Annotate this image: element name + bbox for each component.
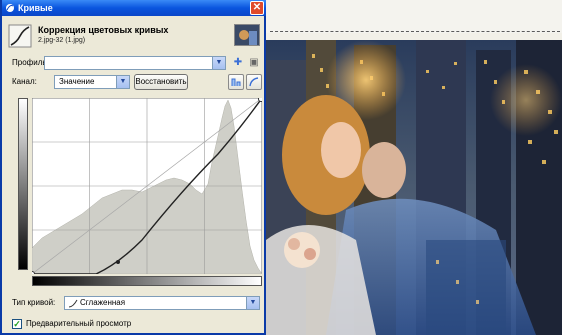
horizontal-gradient-bar [32,276,262,286]
add-icon[interactable]: ✚ [232,57,244,69]
dialog-heading: Коррекция цветовых кривых [38,25,169,35]
preview-row: ✓ Предварительный просмотр [12,318,262,330]
channel-value: Значение [59,77,95,86]
curves-tool-icon [8,24,32,48]
reset-button[interactable]: Восстановить [134,74,188,90]
curve-type-row: Тип кривой: Сглаженная ▼ [12,296,262,310]
image-canvas[interactable] [266,0,562,335]
close-icon: ✕ [252,2,262,13]
smooth-curve-icon [68,299,78,308]
wedding-city-photo [266,40,562,335]
image-thumbnail [234,24,260,46]
dropdown-arrow-icon[interactable]: ▼ [246,297,259,309]
curves-graph[interactable] [32,98,262,274]
preview-checkbox[interactable]: ✓ [12,319,22,329]
curves-dialog: Кривые ✕ Коррекция цветовых кривых 2.jpg… [0,0,266,335]
vertical-gradient-bar [18,98,28,270]
profile-combo[interactable]: ▼ [44,56,226,70]
image-boundary [270,31,560,32]
channel-combo[interactable]: Значение ▼ [54,75,130,89]
channel-row: Канал: Значение ▼ Восстановить [12,74,262,90]
dropdown-arrow-icon[interactable]: ▼ [212,57,225,69]
close-button[interactable]: ✕ [250,1,264,15]
canvas-top-area [266,0,562,33]
dialog-header: Коррекция цветовых кривых 2.jpg-32 (1.jp… [8,22,264,50]
channel-label: Канал: [12,77,37,86]
window-title: Кривые [18,3,53,13]
curve-type-value: Сглаженная [80,298,126,307]
linear-histogram-icon[interactable] [228,74,244,90]
app-screen: Кривые ✕ Коррекция цветовых кривых 2.jpg… [0,0,562,335]
title-bar[interactable]: Кривые ✕ [2,0,266,16]
curve-point-mid[interactable] [116,260,120,264]
curve-type-combo[interactable]: Сглаженная ▼ [64,296,260,310]
thumbnail-graphic [235,25,259,45]
curve-point-white[interactable] [258,98,263,102]
image-name: 2.jpg-32 (1.jpg) [38,37,86,44]
photo-graphic [266,40,562,335]
log-histogram-icon[interactable] [246,74,262,90]
menu-icon[interactable]: ▣ [248,57,260,69]
kpivye-window-icon [6,4,14,12]
profile-row: Профиль: ▼ ✚ ▣ [12,56,262,70]
preview-label: Предварительный просмотр [26,319,132,328]
curve-type-label: Тип кривой: [12,298,56,307]
dropdown-arrow-icon[interactable]: ▼ [116,76,129,88]
